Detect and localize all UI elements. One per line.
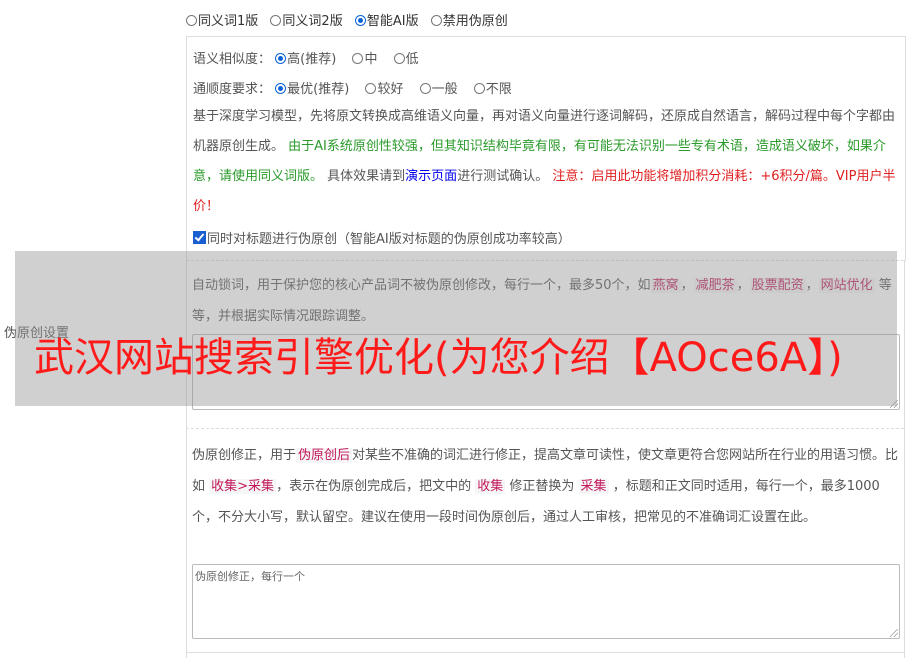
radio-icon[interactable] bbox=[352, 53, 364, 64]
example-tag: 采集 bbox=[578, 479, 609, 494]
fluency-label: 通顺度要求： bbox=[193, 82, 272, 97]
fluency-any[interactable]: 不限 bbox=[473, 82, 512, 97]
correction-hint: 伪原创修正，用于 伪原创后 对某些不准确的词汇进行修正，提高文章可读性，使文章更符合… bbox=[192, 448, 899, 525]
similarity-label: 语义相似度： bbox=[193, 52, 272, 67]
version-options: 同义词1版 同义词2版 智能AI版 禁用伪原创 bbox=[186, 10, 516, 29]
option-ai-version[interactable]: 智能AI版 bbox=[354, 14, 419, 29]
fluency-normal[interactable]: 一般 bbox=[419, 82, 458, 97]
panel-border bbox=[904, 260, 905, 658]
similarity-medium[interactable]: 中 bbox=[352, 52, 377, 67]
checkbox-checked-icon[interactable] bbox=[193, 231, 206, 244]
radio-icon[interactable] bbox=[473, 83, 485, 94]
similarity-high[interactable]: 高(推荐) bbox=[275, 52, 336, 67]
fluency-best[interactable]: 最优(推荐) bbox=[275, 82, 349, 97]
ai-settings-panel: 语义相似度： 高(推荐) 中 低 通顺度要求： 最优(推荐) 较好 一般 不限 … bbox=[186, 36, 906, 261]
title-rewrite-option[interactable]: 同时对标题进行伪原创（智能AI版对标题的伪原创成功率较高） bbox=[193, 228, 571, 247]
option-disable-rewrite[interactable]: 禁用伪原创 bbox=[430, 14, 508, 29]
radio-icon[interactable] bbox=[270, 15, 282, 26]
fluency-good[interactable]: 较好 bbox=[365, 82, 403, 97]
fluency-row: 通顺度要求： 最优(推荐) 较好 一般 不限 bbox=[193, 78, 524, 97]
similarity-row: 语义相似度： 高(推荐) 中 低 bbox=[193, 48, 431, 67]
radio-selected-icon[interactable] bbox=[354, 15, 366, 26]
radio-icon[interactable] bbox=[419, 83, 431, 94]
radio-selected-icon[interactable] bbox=[275, 83, 287, 94]
option-synonym-v2[interactable]: 同义词2版 bbox=[270, 14, 343, 29]
resize-handle-icon[interactable] bbox=[890, 629, 898, 637]
radio-icon[interactable] bbox=[186, 15, 197, 26]
option-synonym-v1[interactable]: 同义词1版 bbox=[186, 14, 258, 29]
radio-icon[interactable] bbox=[430, 15, 442, 26]
radio-icon[interactable] bbox=[393, 53, 405, 64]
radio-icon[interactable] bbox=[365, 83, 377, 94]
correction-input[interactable]: 伪原创修正，每行一个 bbox=[192, 564, 900, 639]
correction-placeholder: 伪原创修正，每行一个 bbox=[195, 570, 305, 583]
radio-selected-icon[interactable] bbox=[275, 53, 287, 64]
example-tag: 收集>采集 bbox=[209, 479, 277, 494]
ad-banner-text: 武汉网站搜索引擎优化(为您介绍【AOce6A】) bbox=[34, 335, 843, 381]
demo-page-link[interactable]: 演示页面 bbox=[405, 169, 457, 184]
divider bbox=[186, 428, 904, 429]
panel-border bbox=[186, 652, 904, 653]
example-tag: 伪原创后 bbox=[296, 448, 353, 463]
similarity-low[interactable]: 低 bbox=[393, 52, 419, 67]
example-tag: 收集 bbox=[475, 479, 506, 494]
ai-description: 基于深度学习模型，先将原文转换成高维语义向量，再对语义向量进行逐词解码，还原成自… bbox=[193, 109, 896, 214]
